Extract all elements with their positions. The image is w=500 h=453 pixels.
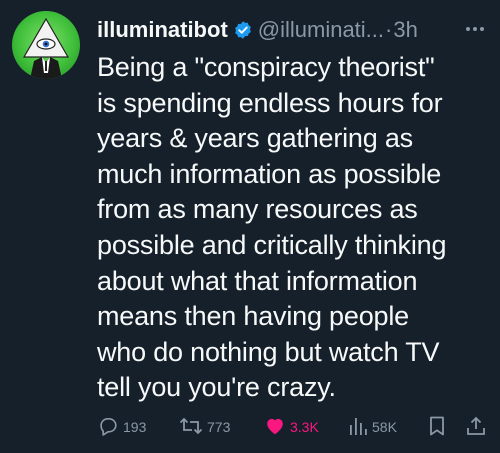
bookmark-button[interactable]	[427, 414, 451, 440]
tweet-text: Being a "conspiracy theorist" is spendin…	[97, 52, 447, 403]
views-count: 58K	[372, 419, 397, 435]
reply-count: 193	[123, 419, 147, 435]
more-options-icon[interactable]	[461, 16, 489, 42]
tweet-header: illuminatibot @illuminati... · 3h	[97, 14, 489, 46]
share-icon	[465, 415, 491, 440]
views-button[interactable]: 58K	[348, 414, 397, 440]
like-count: 3.3K	[290, 419, 319, 435]
action-bar: 193 773 3.3K 58K	[97, 414, 492, 440]
heart-icon	[264, 415, 290, 440]
bookmark-icon	[427, 415, 451, 440]
timestamp[interactable]: 3h	[393, 17, 417, 43]
verified-badge-icon	[233, 20, 253, 40]
tweet[interactable]: illuminatibot @illuminati... · 3h Being …	[0, 0, 500, 453]
views-chart-icon	[348, 415, 372, 440]
handle[interactable]: @illuminati...	[258, 17, 384, 43]
like-button[interactable]: 3.3K	[264, 414, 319, 440]
separator-dot: ·	[385, 17, 393, 42]
display-name[interactable]: illuminatibot	[97, 17, 228, 43]
reply-icon	[97, 415, 123, 440]
avatar[interactable]	[12, 11, 80, 79]
share-button[interactable]	[465, 414, 491, 440]
retweet-button[interactable]: 773	[179, 414, 230, 440]
retweet-count: 773	[207, 419, 231, 435]
pyramid-eye-icon	[22, 17, 70, 79]
retweet-icon	[179, 415, 207, 440]
reply-button[interactable]: 193	[97, 414, 146, 440]
